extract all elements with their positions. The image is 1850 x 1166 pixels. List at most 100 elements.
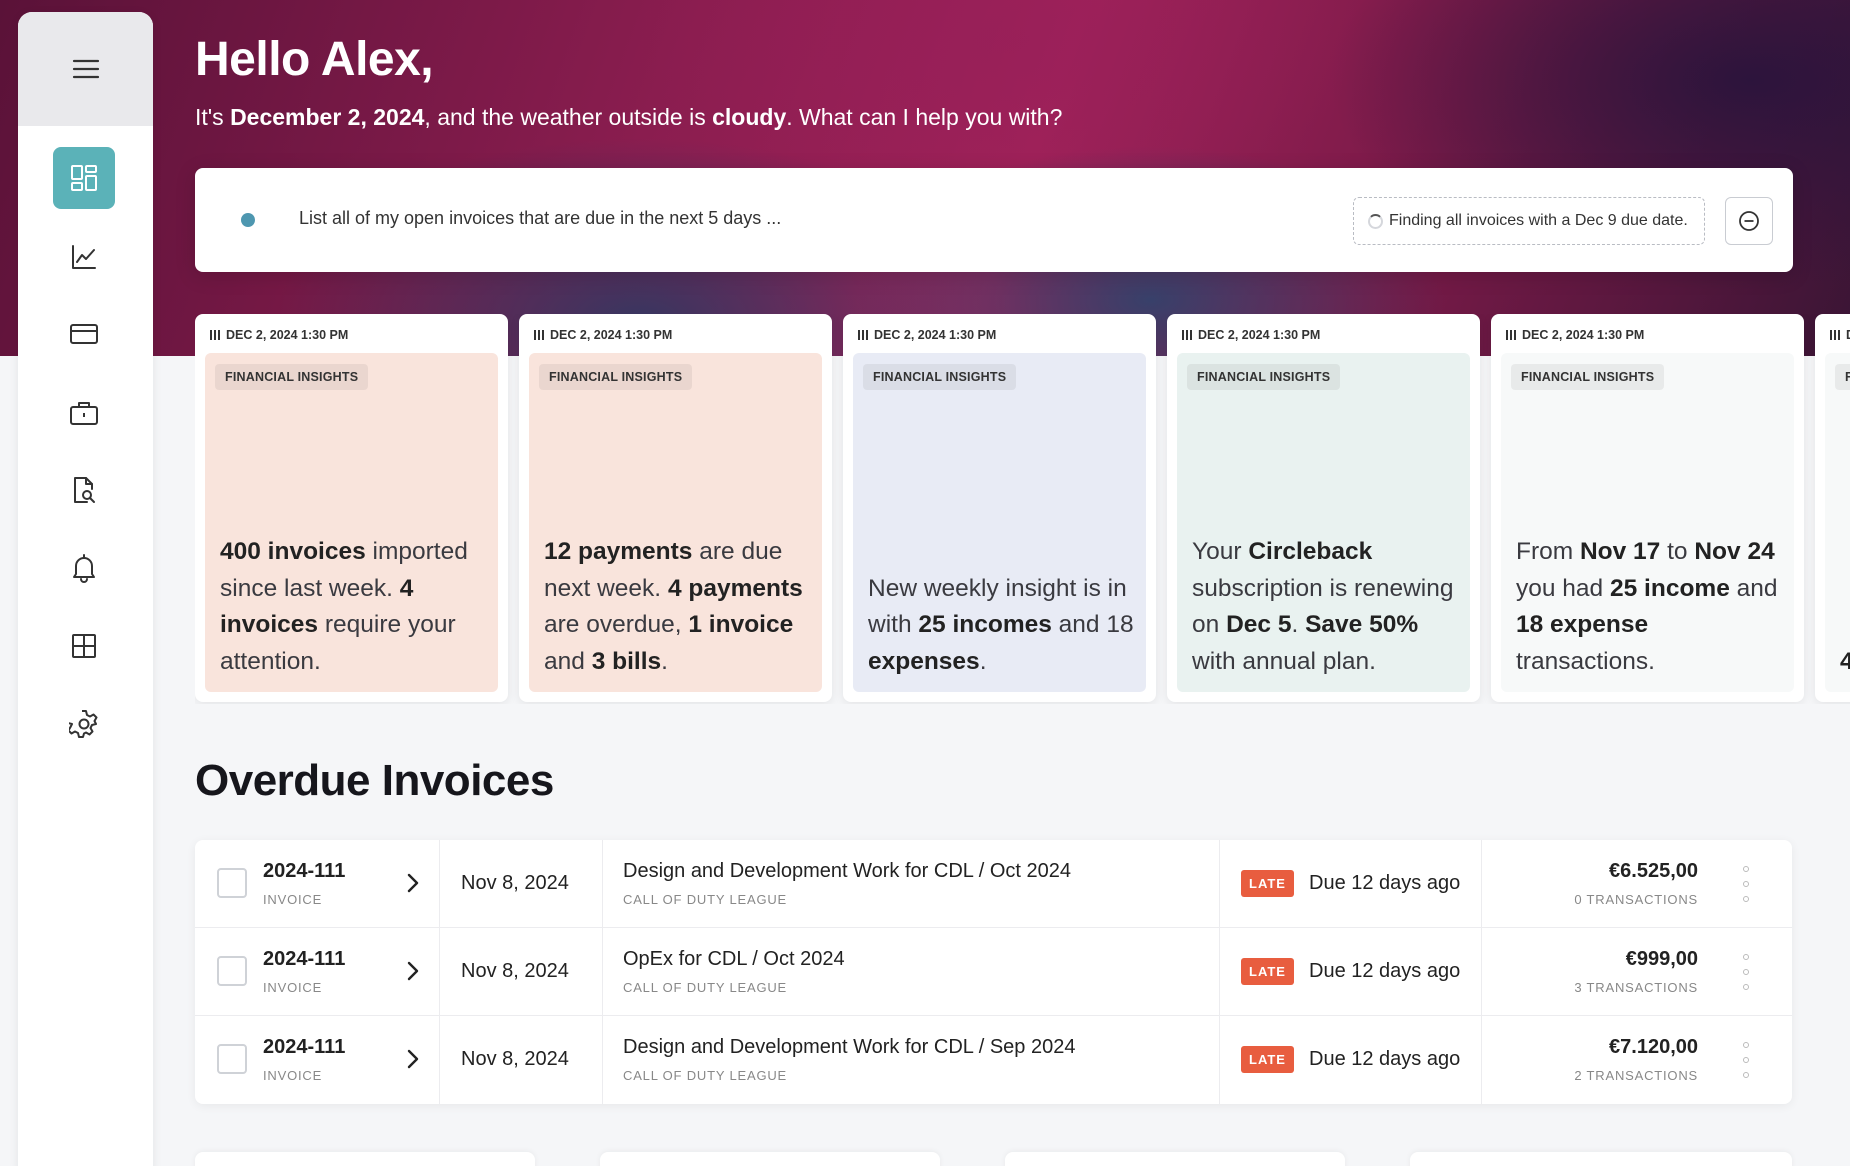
invoice-description[interactable]: Design and Development Work for CDL / Oc… [623,860,1071,883]
table-row[interactable]: 2024-111 INVOICE Nov 8, 2024 Design and Dev… [195,1016,1792,1104]
sidebar-item-dashboard[interactable] [53,147,115,209]
highlight-text: Nov 24 [1694,538,1775,565]
more-options-icon[interactable] [1736,954,1756,990]
sidebar-item-apps[interactable] [53,615,115,677]
invoice-amount: €7.120,00 [1609,1036,1698,1058]
insight-card[interactable]: DEC 2, 2024 1:30 PM FINANCIAL INSIGHTS Fro… [1491,314,1804,702]
subtitle-text: , and the weather outside is [424,104,713,130]
column-divider [602,928,603,1016]
overdue-invoices-table: 2024-111 INVOICE Nov 8, 2024 Design and Dev… [195,840,1792,1104]
status-badge: LATE [1241,958,1294,985]
card-body: F 4 s i a [1825,353,1850,692]
highlight-text: 4 [1840,647,1850,675]
subtitle-text: It's [195,104,231,130]
minus-circle-icon [1738,210,1760,232]
card-timestamp: DEC 2, 2024 1:30 PM [1182,328,1320,342]
invoice-description[interactable]: Design and Development Work for CDL / Se… [623,1036,1075,1059]
credit-card-icon [69,322,99,346]
assistant-status-text: Finding all invoices with a Dec 9 due da… [1389,212,1688,229]
more-options-icon[interactable] [1736,1042,1756,1078]
insight-text: From [1516,538,1580,565]
highlight-text: 4 payments [667,574,803,602]
insight-text: Your [1192,538,1249,565]
invoice-number[interactable]: 2024-111 [263,860,345,883]
subtitle-weather: cloudy [712,104,787,130]
column-divider [1481,840,1482,928]
chevron-right-icon[interactable] [400,868,426,898]
transaction-count: 0 TRANSACTIONS [1574,892,1698,907]
briefcase-icon [69,399,99,427]
invoice-description[interactable]: OpEx for CDL / Oct 2024 [623,948,845,971]
assistant-bar: List all of my open invoices that are du… [195,168,1793,272]
invoice-date: Nov 8, 2024 [461,1048,569,1070]
hamburger-menu-icon[interactable] [72,58,100,80]
card-timestamp: DEC 2, 2024 1:30 PM [1506,328,1644,342]
card-timestamp-text: DEC 2, 2024 1:30 PM [550,328,673,342]
sidebar-item-analytics[interactable] [53,226,115,288]
bars-icon [534,330,544,340]
invoice-date: Nov 8, 2024 [461,960,569,982]
page-subtitle: It's December 2, 2024, and the weather o… [195,104,1062,131]
sidebar-header [18,12,153,126]
chevron-right-icon[interactable] [400,956,426,986]
highlight-text: 3 bills [591,647,662,675]
assistant-query[interactable]: List all of my open invoices that are du… [299,208,781,229]
highlight-text: expenses [868,647,980,675]
card-category-tag: F [1835,364,1850,390]
sidebar-item-documents[interactable] [53,459,115,521]
row-checkbox[interactable] [217,956,247,986]
highlight-text: 18 expense [1516,611,1649,638]
bell-icon [71,553,97,583]
grid-icon [71,633,97,659]
column-divider [1481,1016,1482,1104]
invoice-client: CALL OF DUTY LEAGUE [623,980,788,995]
sidebar-item-settings[interactable] [53,693,115,755]
invoice-number[interactable]: 2024-111 [263,948,345,971]
insight-card[interactable]: DEC 2, 2024 1:30 PM FINANCIAL INSIGHTS New… [843,314,1156,702]
highlight-text: Dec 5 [1226,611,1292,638]
gear-icon [69,709,99,739]
column-divider [1481,928,1482,1016]
insight-card[interactable]: DEC 2, 2024 1:30 PM FINANCIAL INSIGHTS You… [1167,314,1480,702]
table-row[interactable]: 2024-111 INVOICE Nov 8, 2024 Design and Dev… [195,840,1792,928]
highlight-text: 400 invoices [220,538,366,565]
spinner-icon [1368,213,1383,229]
more-options-icon[interactable] [1736,866,1756,902]
card-body: FINANCIAL INSIGHTS From Nov 17 to Nov 24 … [1501,353,1794,692]
table-row[interactable]: 2024-111 INVOICE Nov 8, 2024 OpEx for CDL /… [195,928,1792,1016]
insight-card[interactable]: DEC 2, 2024 1:30 PM FINANCIAL INSIGHTS 12 … [519,314,832,702]
sidebar-item-business[interactable] [53,382,115,444]
insight-text: . [1291,611,1306,638]
card-insight-text: 400 invoices imported since last week. 4… [220,534,486,680]
bars-icon [1182,330,1192,340]
column-divider [439,840,440,928]
sidebar-item-notifications[interactable] [53,537,115,599]
sidebar-item-payments[interactable] [53,303,115,365]
column-divider [439,928,440,1016]
card-insight-text: 4 s i a [1840,644,1850,681]
highlight-text: 12 payments [544,538,693,565]
column-divider [439,1016,440,1104]
card-timestamp-text: DEC 2, 2024 1:30 PM [1198,328,1321,342]
chevron-right-icon[interactable] [400,1044,426,1074]
invoice-client: CALL OF DUTY LEAGUE [623,892,788,907]
row-checkbox[interactable] [217,868,247,898]
column-divider [1219,840,1220,928]
insight-text: you had [1516,574,1610,602]
row-checkbox[interactable] [217,1044,247,1074]
transaction-count: 3 TRANSACTIONS [1574,980,1698,995]
highlight-text: 1 invoice [688,611,794,638]
assistant-collapse-button[interactable] [1725,197,1773,245]
insight-text: and 18 [1051,611,1134,638]
invoice-number[interactable]: 2024-111 [263,1036,345,1059]
insight-text: and [544,647,592,675]
insight-card[interactable]: D F 4 s i a [1815,314,1850,702]
highlight-text: Nov 17 [1579,538,1661,565]
card-timestamp: DEC 2, 2024 1:30 PM [210,328,348,342]
insight-card[interactable]: DEC 2, 2024 1:30 PM FINANCIAL INSIGHTS 400… [195,314,508,702]
card-timestamp-text: D [1846,328,1850,342]
insight-text: to [1660,538,1695,565]
page-greeting: Hello Alex, [195,33,434,86]
card-insight-text: New weekly insight is in with 25 incomes… [868,571,1134,681]
card-body: FINANCIAL INSIGHTS 400 invoices imported … [205,353,498,692]
